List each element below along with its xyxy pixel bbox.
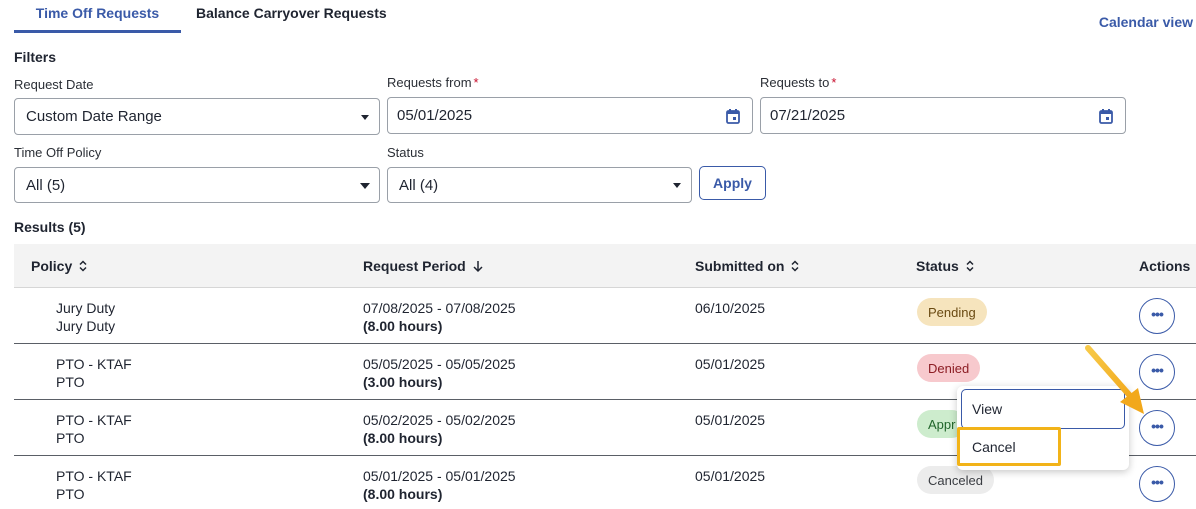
request-period-cell: 07/08/2025 - 07/08/2025 (8.00 hours) xyxy=(363,299,516,335)
requests-to-value: 07/21/2025 xyxy=(770,107,846,124)
policy-name: PTO - KTAF xyxy=(56,356,132,372)
submitted-on-cell: 05/01/2025 xyxy=(695,412,766,428)
more-actions-icon: ••• xyxy=(1151,305,1164,322)
requests-from-label-text: Requests from xyxy=(387,75,472,90)
column-header-submitted-on[interactable]: Submitted on xyxy=(695,258,800,274)
request-period-cell: 05/01/2025 - 05/01/2025 (8.00 hours) xyxy=(363,467,516,503)
submitted-on-cell: 06/10/2025 xyxy=(695,300,766,316)
calendar-icon[interactable] xyxy=(726,108,740,128)
column-header-label: Policy xyxy=(31,258,73,274)
request-period-hours: (8.00 hours) xyxy=(363,318,443,334)
menu-item-cancel[interactable]: Cancel xyxy=(957,427,1061,466)
required-mark: * xyxy=(831,75,837,90)
request-period-range: 05/01/2025 - 05/01/2025 xyxy=(363,468,516,484)
column-header-label: Request Period xyxy=(363,258,466,274)
policy-name: Jury Duty xyxy=(56,300,116,316)
requests-from-label: Requests from * xyxy=(387,75,479,90)
status-filter-label: Status xyxy=(387,145,424,160)
policy-cell: PTO - KTAF PTO xyxy=(56,467,132,503)
policy-name: PTO - KTAF xyxy=(56,468,132,484)
policy-cell: PTO - KTAF PTO xyxy=(56,411,132,447)
time-off-policy-label: Time Off Policy xyxy=(14,145,102,160)
chevron-down-icon xyxy=(361,114,369,120)
request-period-range: 05/05/2025 - 05/05/2025 xyxy=(363,356,516,372)
more-actions-button[interactable]: ••• xyxy=(1139,466,1175,502)
request-date-label: Request Date xyxy=(14,77,94,92)
apply-button[interactable]: Apply xyxy=(699,166,766,200)
column-header-status[interactable]: Status xyxy=(916,258,975,274)
requests-from-date-input[interactable]: 05/01/2025 xyxy=(387,97,753,134)
sort-both-icon xyxy=(966,260,974,272)
time-off-policy-value: All (5) xyxy=(26,176,66,194)
request-period-hours: (8.00 hours) xyxy=(363,430,443,446)
request-date-select[interactable]: Custom Date Range xyxy=(14,98,380,135)
required-mark: * xyxy=(473,75,479,90)
column-header-actions: Actions xyxy=(1139,258,1190,274)
results-title: Results (5) xyxy=(14,219,86,235)
results-table-header: Policy Request Period Submitted on Statu… xyxy=(14,244,1196,288)
more-actions-icon: ••• xyxy=(1151,417,1164,434)
request-period-hours: (8.00 hours) xyxy=(363,486,443,502)
chevron-down-icon xyxy=(360,183,370,189)
request-period-range: 05/02/2025 - 05/02/2025 xyxy=(363,412,516,428)
policy-type: PTO xyxy=(56,430,85,446)
tab-balance-carryover-requests[interactable]: Balance Carryover Requests xyxy=(196,0,396,33)
policy-type: PTO xyxy=(56,374,85,390)
status-badge: Pending xyxy=(917,298,987,326)
submitted-on-cell: 05/01/2025 xyxy=(695,468,766,484)
request-period-hours: (3.00 hours) xyxy=(363,374,443,390)
sort-descending-icon xyxy=(473,260,483,272)
status-badge: Denied xyxy=(917,354,981,382)
request-date-value: Custom Date Range xyxy=(26,108,162,125)
submitted-on-cell: 05/01/2025 xyxy=(695,356,766,372)
column-header-label: Actions xyxy=(1139,258,1191,274)
column-header-request-period[interactable]: Request Period xyxy=(363,258,484,274)
column-header-label: Status xyxy=(916,258,959,274)
calendar-icon[interactable] xyxy=(1099,108,1113,128)
status-badge: Canceled xyxy=(917,466,994,494)
annotation-arrow-icon xyxy=(1085,345,1144,414)
requests-to-label-text: Requests to xyxy=(760,75,830,90)
requests-from-value: 05/01/2025 xyxy=(397,107,473,124)
requests-to-date-input[interactable]: 07/21/2025 xyxy=(760,97,1126,134)
time-off-policy-select[interactable]: All (5) xyxy=(14,167,380,203)
policy-type: PTO xyxy=(56,486,85,502)
chevron-down-icon xyxy=(673,183,681,188)
policy-cell: PTO - KTAF PTO xyxy=(56,355,132,391)
requests-to-label: Requests to * xyxy=(760,75,836,90)
policy-type: Jury Duty xyxy=(56,318,116,334)
column-header-label: Submitted on xyxy=(695,258,785,274)
filters-title: Filters xyxy=(14,49,57,65)
sort-both-icon xyxy=(79,260,87,272)
status-filter-select[interactable]: All (4) xyxy=(387,167,692,203)
sort-both-icon xyxy=(791,260,799,272)
policy-name: PTO - KTAF xyxy=(56,412,132,428)
request-period-range: 07/08/2025 - 07/08/2025 xyxy=(363,300,516,316)
request-period-cell: 05/02/2025 - 05/02/2025 (8.00 hours) xyxy=(363,411,516,447)
request-period-cell: 05/05/2025 - 05/05/2025 (3.00 hours) xyxy=(363,355,516,391)
table-row: Jury Duty Jury Duty 07/08/2025 - 07/08/2… xyxy=(14,288,1196,344)
calendar-view-link[interactable]: Calendar view xyxy=(1099,14,1193,30)
policy-cell: Jury Duty Jury Duty xyxy=(56,299,115,335)
more-actions-button[interactable]: ••• xyxy=(1139,298,1175,334)
column-header-policy[interactable]: Policy xyxy=(31,258,88,274)
status-filter-value: All (4) xyxy=(399,176,439,194)
tab-time-off-requests[interactable]: Time Off Requests xyxy=(14,0,181,33)
more-actions-icon: ••• xyxy=(1151,473,1164,490)
